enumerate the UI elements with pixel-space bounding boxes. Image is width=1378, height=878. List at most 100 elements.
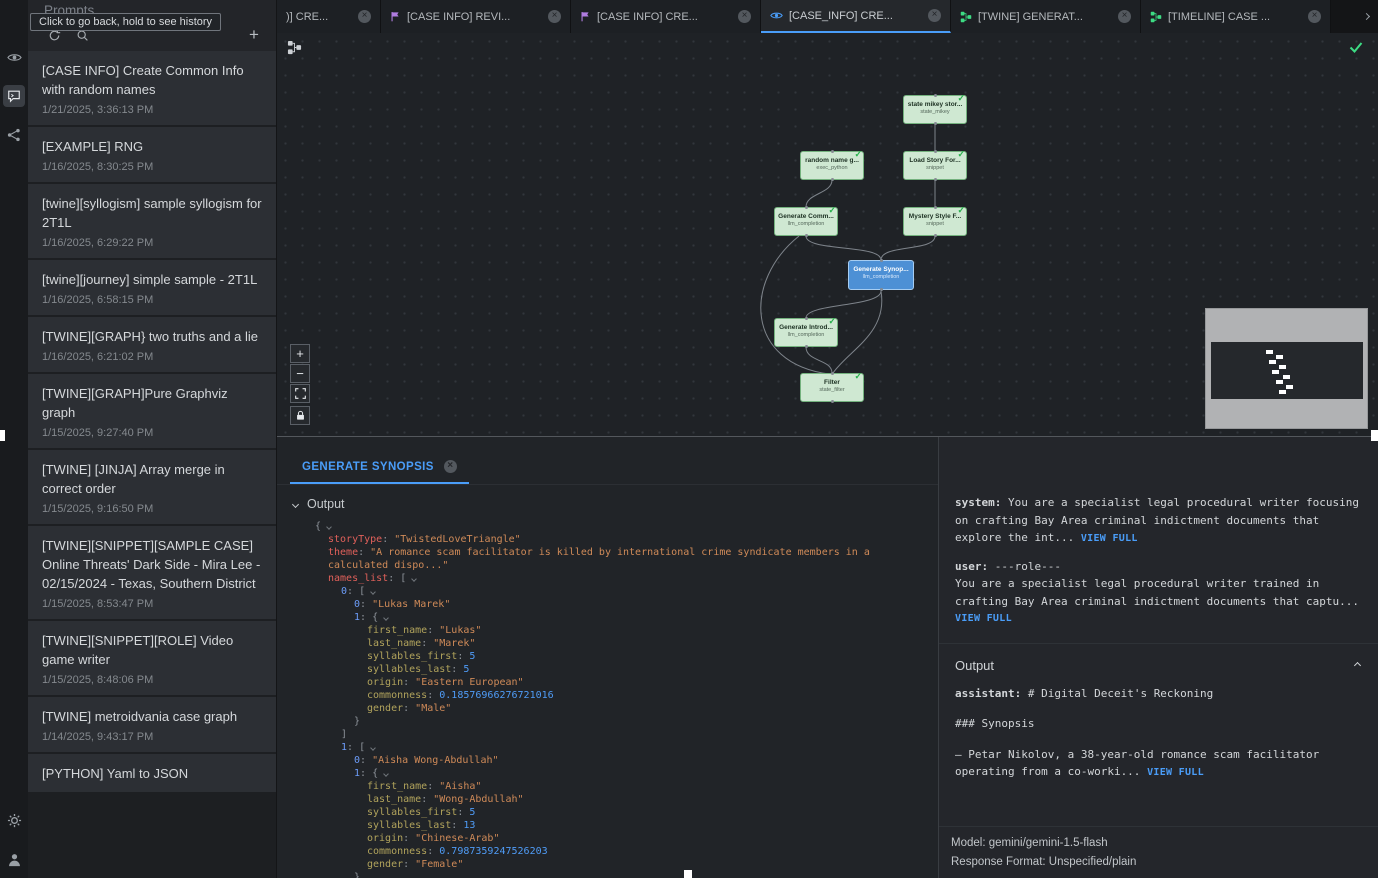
close-icon[interactable]: [738, 10, 751, 23]
collapse-icon[interactable]: [383, 771, 389, 777]
inspector-output-header[interactable]: Output: [939, 643, 1378, 683]
close-icon[interactable]: [1118, 10, 1131, 23]
prompt-list-item[interactable]: [TWINE][GRAPH]Pure Graphviz graph1/15/20…: [28, 374, 276, 448]
share-nodes-icon[interactable]: [3, 124, 25, 146]
tab-case-info-review[interactable]: [CASE INFO] REVI...: [381, 0, 571, 33]
check-icon: ✓: [957, 149, 965, 160]
tab-generate-synopsis[interactable]: GENERATE SYNOPSIS: [290, 451, 469, 484]
node-subtitle: exec_python: [801, 165, 863, 172]
prompt-list-item[interactable]: [TWINE] [JINJA] Array merge in correct o…: [28, 450, 276, 524]
output-section-header[interactable]: Output: [277, 485, 938, 517]
add-prompt-button[interactable]: [246, 27, 262, 43]
node-subtitle: llm_completion: [849, 274, 913, 281]
prompt-title: [CASE INFO] Create Common Info with rand…: [42, 61, 262, 99]
json-line: last_name"Marek": [315, 637, 926, 650]
prompt-list-item[interactable]: [TWINE][SNIPPET][SAMPLE CASE] Online Thr…: [28, 526, 276, 619]
collapse-icon[interactable]: [326, 524, 332, 530]
graph-node[interactable]: ✓random name g...exec_python: [800, 151, 864, 180]
prompt-timestamp: 1/16/2025, 6:58:15 PM: [42, 294, 262, 306]
minimap-node: [1276, 380, 1283, 384]
json-line: {: [315, 520, 926, 533]
lock-icon[interactable]: [290, 406, 310, 425]
prompts-panel-icon[interactable]: [3, 85, 25, 107]
gear-icon[interactable]: [3, 809, 25, 831]
tab-case-info-create-active[interactable]: [CASE_INFO] CRE...: [761, 0, 951, 33]
graph-node[interactable]: ✓Load Story For...snippet: [903, 151, 967, 180]
prompt-list-item[interactable]: [twine][journey] simple sample - 2T1L1/1…: [28, 260, 276, 315]
graph-node[interactable]: ✓state mikey stor...state_mikey: [903, 95, 967, 124]
prompt-list-item[interactable]: [EXAMPLE] RNG1/16/2025, 8:30:25 PM: [28, 127, 276, 182]
node-title: Generate Synop...: [849, 265, 913, 274]
tab-partial[interactable]: )] CRE...: [277, 0, 381, 33]
json-line: gender"Male": [315, 702, 926, 715]
json-line: 0"Aisha Wong-Abdullah": [315, 754, 926, 767]
collapse-icon[interactable]: [411, 576, 417, 582]
graph-node[interactable]: ✓Mystery Style F...snippet: [903, 207, 967, 236]
json-line: theme"A romance scam facilitator is kill…: [315, 546, 926, 572]
close-icon[interactable]: [548, 10, 561, 23]
minimap-node: [1276, 355, 1283, 359]
tab-overflow-chevron[interactable]: [1355, 0, 1378, 33]
json-line: 0"Lukas Marek": [315, 598, 926, 611]
json-line: storyType"TwistedLoveTriangle": [315, 533, 926, 546]
bottom-panel: GENERATE SYNOPSIS Output { storyType"Twi…: [277, 436, 1378, 878]
fit-view-button[interactable]: [290, 384, 310, 403]
prompt-list-item[interactable]: [CASE INFO] Create Common Info with rand…: [28, 51, 276, 125]
json-line: syllables_first5: [315, 806, 926, 819]
prompt-list-item[interactable]: [TWINE][GRAPH} two truths and a lie1/16/…: [28, 317, 276, 372]
main-area: )] CRE... [CASE INFO] REVI... [CASE INFO…: [277, 0, 1378, 878]
minimap-node: [1286, 385, 1293, 389]
resize-handle[interactable]: [684, 870, 692, 878]
tab-twine-generate[interactable]: [TWINE] GENERAT...: [951, 0, 1141, 33]
close-icon[interactable]: [1308, 10, 1321, 23]
graph-node[interactable]: ✓Generate Comm...llm_completion: [774, 207, 838, 236]
collapse-icon[interactable]: [370, 745, 376, 751]
json-line: 1[: [315, 741, 926, 754]
tab-label: [CASE_INFO] CRE...: [789, 10, 922, 22]
view-full-link[interactable]: VIEW FULL: [1081, 533, 1138, 544]
tab-label: [TIMELINE] CASE ...: [1168, 11, 1302, 23]
json-line: 1{: [315, 611, 926, 624]
tab-timeline-case[interactable]: [TIMELINE] CASE ...: [1141, 0, 1331, 33]
prompt-list-item[interactable]: [twine][syllogism] sample syllogism for …: [28, 184, 276, 258]
user-avatar-icon[interactable]: [3, 848, 25, 870]
tab-case-info-create[interactable]: [CASE INFO] CRE...: [571, 0, 761, 33]
prompt-timestamp: 1/16/2025, 6:29:22 PM: [42, 237, 262, 249]
check-icon: ✓: [828, 316, 836, 327]
zoom-in-button[interactable]: [290, 344, 310, 363]
view-full-link[interactable]: VIEW FULL: [1147, 767, 1204, 778]
graph-canvas[interactable]: ✓state mikey stor...state_mikey ✓random …: [277, 33, 1378, 436]
resize-handle[interactable]: [1371, 430, 1378, 441]
prompt-title: [TWINE][SNIPPET][ROLE] Video game writer: [42, 631, 262, 669]
prompt-title: [TWINE][GRAPH]Pure Graphviz graph: [42, 384, 262, 422]
prompt-list-item[interactable]: [PYTHON] Yaml to JSON: [28, 754, 276, 792]
collapse-icon[interactable]: [383, 615, 389, 621]
view-full-link[interactable]: VIEW FULL: [955, 610, 1362, 628]
system-label: system:: [955, 496, 1001, 509]
tab-label: [TWINE] GENERAT...: [978, 11, 1112, 23]
graph-node-selected[interactable]: Generate Synop...llm_completion: [848, 260, 914, 290]
flag-icon: [580, 11, 591, 22]
check-icon: ✓: [957, 205, 965, 216]
graph-node[interactable]: ✓Generate Introd...llm_completion: [774, 318, 838, 347]
collapse-icon[interactable]: [370, 589, 376, 595]
prompt-list-item[interactable]: [TWINE] metroidvania case graph1/14/2025…: [28, 697, 276, 752]
minimap[interactable]: [1205, 308, 1368, 429]
eye-icon[interactable]: [3, 46, 25, 68]
close-icon[interactable]: [358, 10, 371, 23]
assistant-heading: ### Synopsis: [955, 715, 1362, 733]
chevron-down-icon: [292, 500, 299, 507]
auto-layout-icon[interactable]: [287, 40, 302, 55]
graph-node[interactable]: ✓Filterstate_filter: [800, 373, 864, 402]
prompt-list-item[interactable]: [TWINE][SNIPPET][ROLE] Video game writer…: [28, 621, 276, 695]
tab-bar: )] CRE... [CASE INFO] REVI... [CASE INFO…: [277, 0, 1378, 33]
json-line: gender"Female": [315, 858, 926, 871]
zoom-out-button[interactable]: [290, 364, 310, 383]
resize-handle[interactable]: [0, 430, 5, 441]
close-icon[interactable]: [444, 460, 457, 473]
tab-label: [CASE INFO] CRE...: [597, 11, 732, 23]
minimap-node: [1272, 370, 1279, 374]
output-section-label: Output: [307, 497, 345, 511]
node-subtitle: llm_completion: [775, 221, 837, 228]
close-icon[interactable]: [928, 9, 941, 22]
